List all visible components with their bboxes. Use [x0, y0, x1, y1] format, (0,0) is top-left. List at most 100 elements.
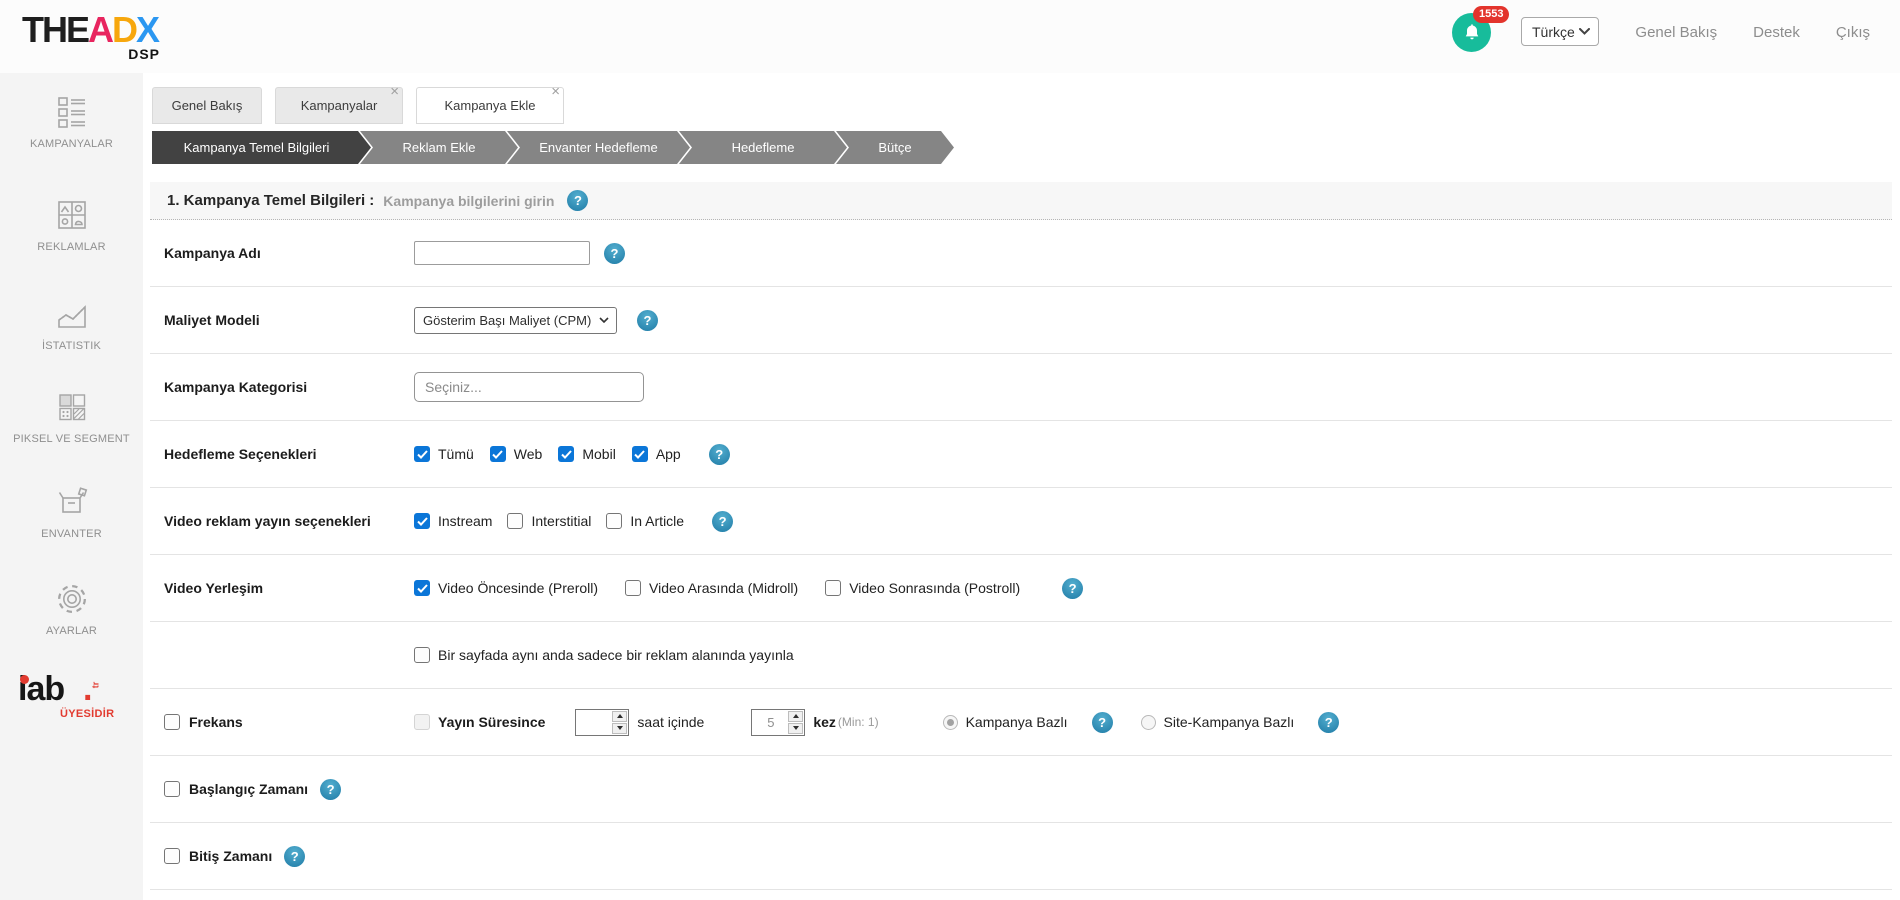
iab-membership-logo: iab . tr ÜYESİDİR: [0, 666, 143, 738]
sidebar-label: İSTATISTIK: [0, 340, 143, 352]
link-genel-bakis[interactable]: Genel Bakış: [1635, 24, 1717, 41]
help-icon[interactable]: ?: [1318, 712, 1339, 733]
targeting-options-label: Hedefleme Seçenekleri: [164, 446, 414, 462]
iab-tr-label: tr: [90, 682, 100, 689]
checkbox-interstitial[interactable]: Interstitial: [507, 513, 591, 529]
header-links: Genel Bakış Destek Çıkış: [1635, 24, 1870, 41]
checkbox-label: Interstitial: [531, 513, 591, 529]
checkbox-instream[interactable]: Instream: [414, 513, 492, 529]
checkbox-checked-icon[interactable]: [490, 446, 506, 462]
radio-site-kampanya-bazli[interactable]: Site-Kampanya Bazlı: [1141, 714, 1295, 730]
checkbox-midroll[interactable]: Video Arasında (Midroll): [625, 580, 798, 596]
help-icon[interactable]: ?: [567, 190, 588, 211]
link-destek[interactable]: Destek: [1753, 24, 1800, 41]
wizard-step-envanter-hedefleme[interactable]: Envanter Hedefleme: [507, 131, 690, 164]
campaign-category-input[interactable]: [414, 372, 644, 402]
times-suffix: kez: [813, 714, 836, 730]
checkbox-web[interactable]: Web: [490, 446, 543, 462]
spinner: [612, 711, 627, 734]
stats-chart-icon: [0, 297, 143, 333]
checkbox-unchecked-icon[interactable]: [414, 647, 430, 663]
checkbox-app[interactable]: App: [632, 446, 681, 462]
help-icon[interactable]: ?: [320, 779, 341, 800]
checkbox-mobil[interactable]: Mobil: [558, 446, 615, 462]
checkbox-frekans[interactable]: [164, 714, 180, 730]
checkbox-unchecked-icon[interactable]: [625, 580, 641, 596]
theadx-logo[interactable]: THEADX DSP: [22, 12, 158, 48]
wizard-step-butce[interactable]: Bütçe: [836, 131, 954, 164]
checkbox-label: Web: [514, 446, 543, 462]
help-icon[interactable]: ?: [1062, 578, 1083, 599]
sidebar-item-reklamlar[interactable]: REKLAMLAR: [0, 198, 143, 253]
radio-unselected-icon[interactable]: [1141, 715, 1156, 730]
radio-kampanya-bazli[interactable]: Kampanya Bazlı: [943, 714, 1068, 730]
wizard-step-label: Reklam Ekle: [403, 140, 476, 155]
radio-selected-icon[interactable]: [943, 715, 958, 730]
checkbox-checked-icon[interactable]: [632, 446, 648, 462]
wizard-step-kampanya-temel-bilgileri[interactable]: Kampanya Temel Bilgileri: [152, 131, 371, 164]
video-placement-label: Video Yerleşim: [164, 580, 414, 596]
help-icon[interactable]: ?: [712, 511, 733, 532]
campaign-category-label: Kampanya Kategorisi: [164, 379, 414, 395]
hours-stepper: [575, 709, 629, 736]
checkbox-unchecked-icon[interactable]: [825, 580, 841, 596]
sidebar-item-envanter[interactable]: ENVANTER: [0, 485, 143, 540]
wizard-step-hedefleme[interactable]: Hedefleme: [679, 131, 847, 164]
checkbox-postroll[interactable]: Video Sonrasında (Postroll): [825, 580, 1020, 596]
link-cikis[interactable]: Çıkış: [1836, 24, 1870, 41]
checkbox-preroll[interactable]: Video Öncesinde (Preroll): [414, 580, 598, 596]
checkbox-baslangic-zamani[interactable]: [164, 781, 180, 797]
language-select[interactable]: Türkçe: [1521, 17, 1599, 46]
checkbox-unchecked-icon[interactable]: [606, 513, 622, 529]
help-icon[interactable]: ?: [284, 846, 305, 867]
spin-up-button[interactable]: [788, 711, 803, 722]
checkbox-tumu[interactable]: Tümü: [414, 446, 474, 462]
checkbox-single-ad-per-page[interactable]: Bir sayfada aynı anda sadece bir reklam …: [414, 647, 794, 663]
close-icon[interactable]: ×: [551, 84, 560, 99]
sidebar-item-ayarlar[interactable]: AYARLAR: [0, 580, 143, 637]
checkbox-unchecked-icon[interactable]: [507, 513, 523, 529]
checkbox-checked-icon[interactable]: [558, 446, 574, 462]
checkbox-in-article[interactable]: In Article: [606, 513, 684, 529]
notification-count-badge: 1553: [1473, 6, 1509, 23]
sidebar-item-kampanyalar[interactable]: KAMPANYALAR: [0, 95, 143, 150]
sidebar-item-istatistik[interactable]: İSTATISTIK: [0, 297, 143, 352]
checkbox-disabled-icon[interactable]: [414, 714, 430, 730]
cost-model-select[interactable]: Gösterim Başı Maliyet (CPM): [414, 307, 617, 334]
times-input[interactable]: [753, 711, 788, 734]
campaign-name-label: Kampanya Adı: [164, 245, 414, 261]
close-icon[interactable]: ×: [390, 84, 399, 99]
checkbox-checked-icon[interactable]: [414, 513, 430, 529]
hours-input[interactable]: [577, 711, 612, 734]
radio-label: Kampanya Bazlı: [966, 714, 1068, 730]
help-icon[interactable]: ?: [604, 243, 625, 264]
chevron-down-icon: [599, 317, 609, 323]
language-selected: Türkçe: [1532, 24, 1575, 40]
duration-label: Yayın Süresince: [438, 714, 545, 730]
spin-up-button[interactable]: [612, 711, 627, 722]
checkbox-yayin-suresince[interactable]: Yayın Süresince: [414, 714, 545, 730]
checkbox-checked-icon[interactable]: [414, 580, 430, 596]
sidebar-label: KAMPANYALAR: [0, 138, 143, 150]
top-header: THEADX DSP 1553 Türkçe Genel Bakış Deste…: [0, 0, 1900, 73]
logo-d: D: [112, 9, 136, 50]
spin-down-button[interactable]: [788, 723, 803, 734]
end-time-label: Bitiş Zamanı: [189, 848, 272, 864]
help-icon[interactable]: ?: [637, 310, 658, 331]
cost-model-label: Maliyet Modeli: [164, 312, 414, 328]
help-icon[interactable]: ?: [709, 444, 730, 465]
spin-down-button[interactable]: [612, 723, 627, 734]
tab-genel-bakis[interactable]: Genel Bakış: [152, 87, 262, 124]
wizard-step-reklam-ekle[interactable]: Reklam Ekle: [360, 131, 518, 164]
checkbox-label: App: [656, 446, 681, 462]
tab-kampanyalar[interactable]: Kampanyalar ×: [275, 87, 403, 124]
sidebar-item-piksel-ve-segment[interactable]: PIKSEL VE SEGMENT: [0, 392, 143, 445]
campaign-wizard-steps: Kampanya Temel Bilgileri Reklam Ekle Env…: [152, 131, 954, 164]
row-start-time: Başlangıç Zamanı ?: [150, 756, 1892, 823]
checkbox-label: Video Sonrasında (Postroll): [849, 580, 1020, 596]
checkbox-checked-icon[interactable]: [414, 446, 430, 462]
checkbox-bitis-zamani[interactable]: [164, 848, 180, 864]
tab-kampanya-ekle[interactable]: Kampanya Ekle ×: [416, 87, 564, 124]
campaign-name-input[interactable]: [414, 241, 590, 265]
help-icon[interactable]: ?: [1092, 712, 1113, 733]
